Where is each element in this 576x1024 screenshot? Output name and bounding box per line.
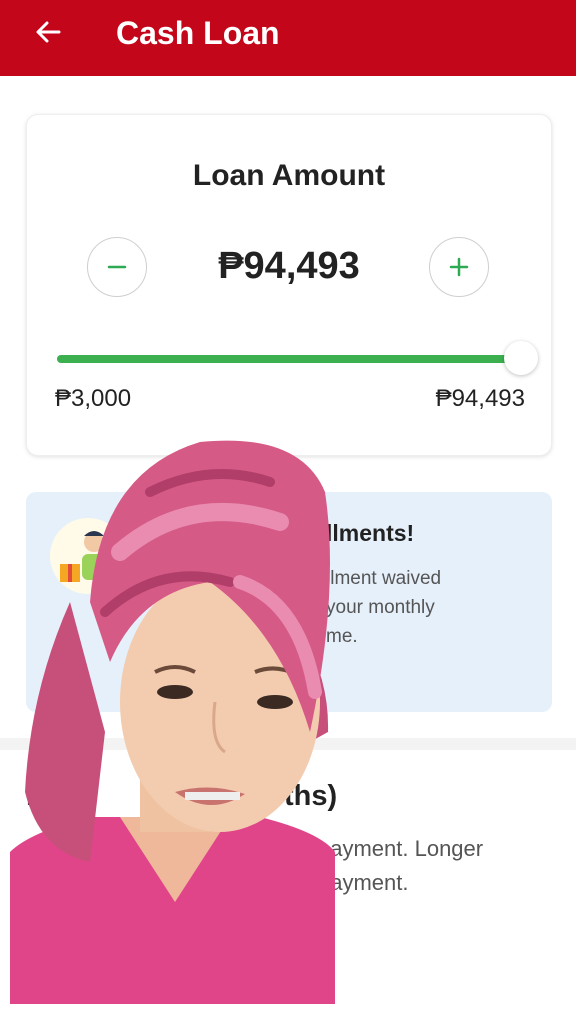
- increase-amount-button[interactable]: [429, 237, 489, 297]
- loan-amount-slider[interactable]: [57, 341, 538, 375]
- slider-fill: [57, 355, 521, 363]
- promo-text: llment waived your monthly me.: [326, 564, 526, 651]
- app-header: Cash Loan: [0, 0, 576, 76]
- term-desc-line: payment.: [318, 870, 409, 895]
- page-title: Cash Loan: [116, 15, 280, 51]
- promo-title: llments!: [326, 520, 415, 546]
- loan-term-description: payment. Longer payment.: [318, 832, 568, 900]
- term-desc-line: payment. Longer: [318, 836, 484, 861]
- promo-text-line: your monthly: [326, 597, 435, 618]
- slider-max-label: ₱94,493: [435, 385, 525, 412]
- loan-amount-card: Loan Amount ₱94,493 ₱3,000 ₱94,493: [26, 114, 552, 456]
- promo-text-line: me.: [326, 626, 358, 647]
- slider-min-label: ₱3,000: [55, 385, 132, 412]
- arrow-left-icon[interactable]: [30, 14, 66, 50]
- person-video-overlay: [10, 432, 335, 1004]
- plus-icon: [449, 257, 469, 277]
- slider-thumb[interactable]: [504, 341, 538, 375]
- loan-amount-title: Loan Amount: [192, 159, 386, 192]
- promo-text-line: llment waived: [326, 568, 442, 589]
